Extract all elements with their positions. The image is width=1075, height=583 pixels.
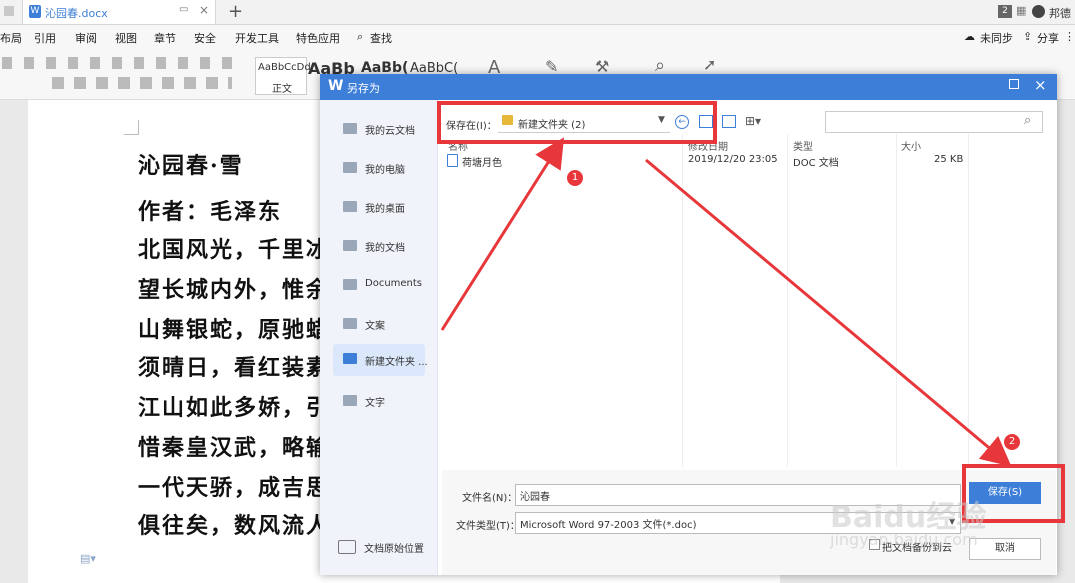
watermark-url: jingyan.baidu.com bbox=[830, 530, 978, 549]
step-marker-1: 1 bbox=[567, 170, 583, 186]
arrow-step2 bbox=[645, 158, 1012, 467]
step-marker-2: 2 bbox=[1004, 434, 1020, 450]
arrow-step1 bbox=[440, 137, 565, 331]
